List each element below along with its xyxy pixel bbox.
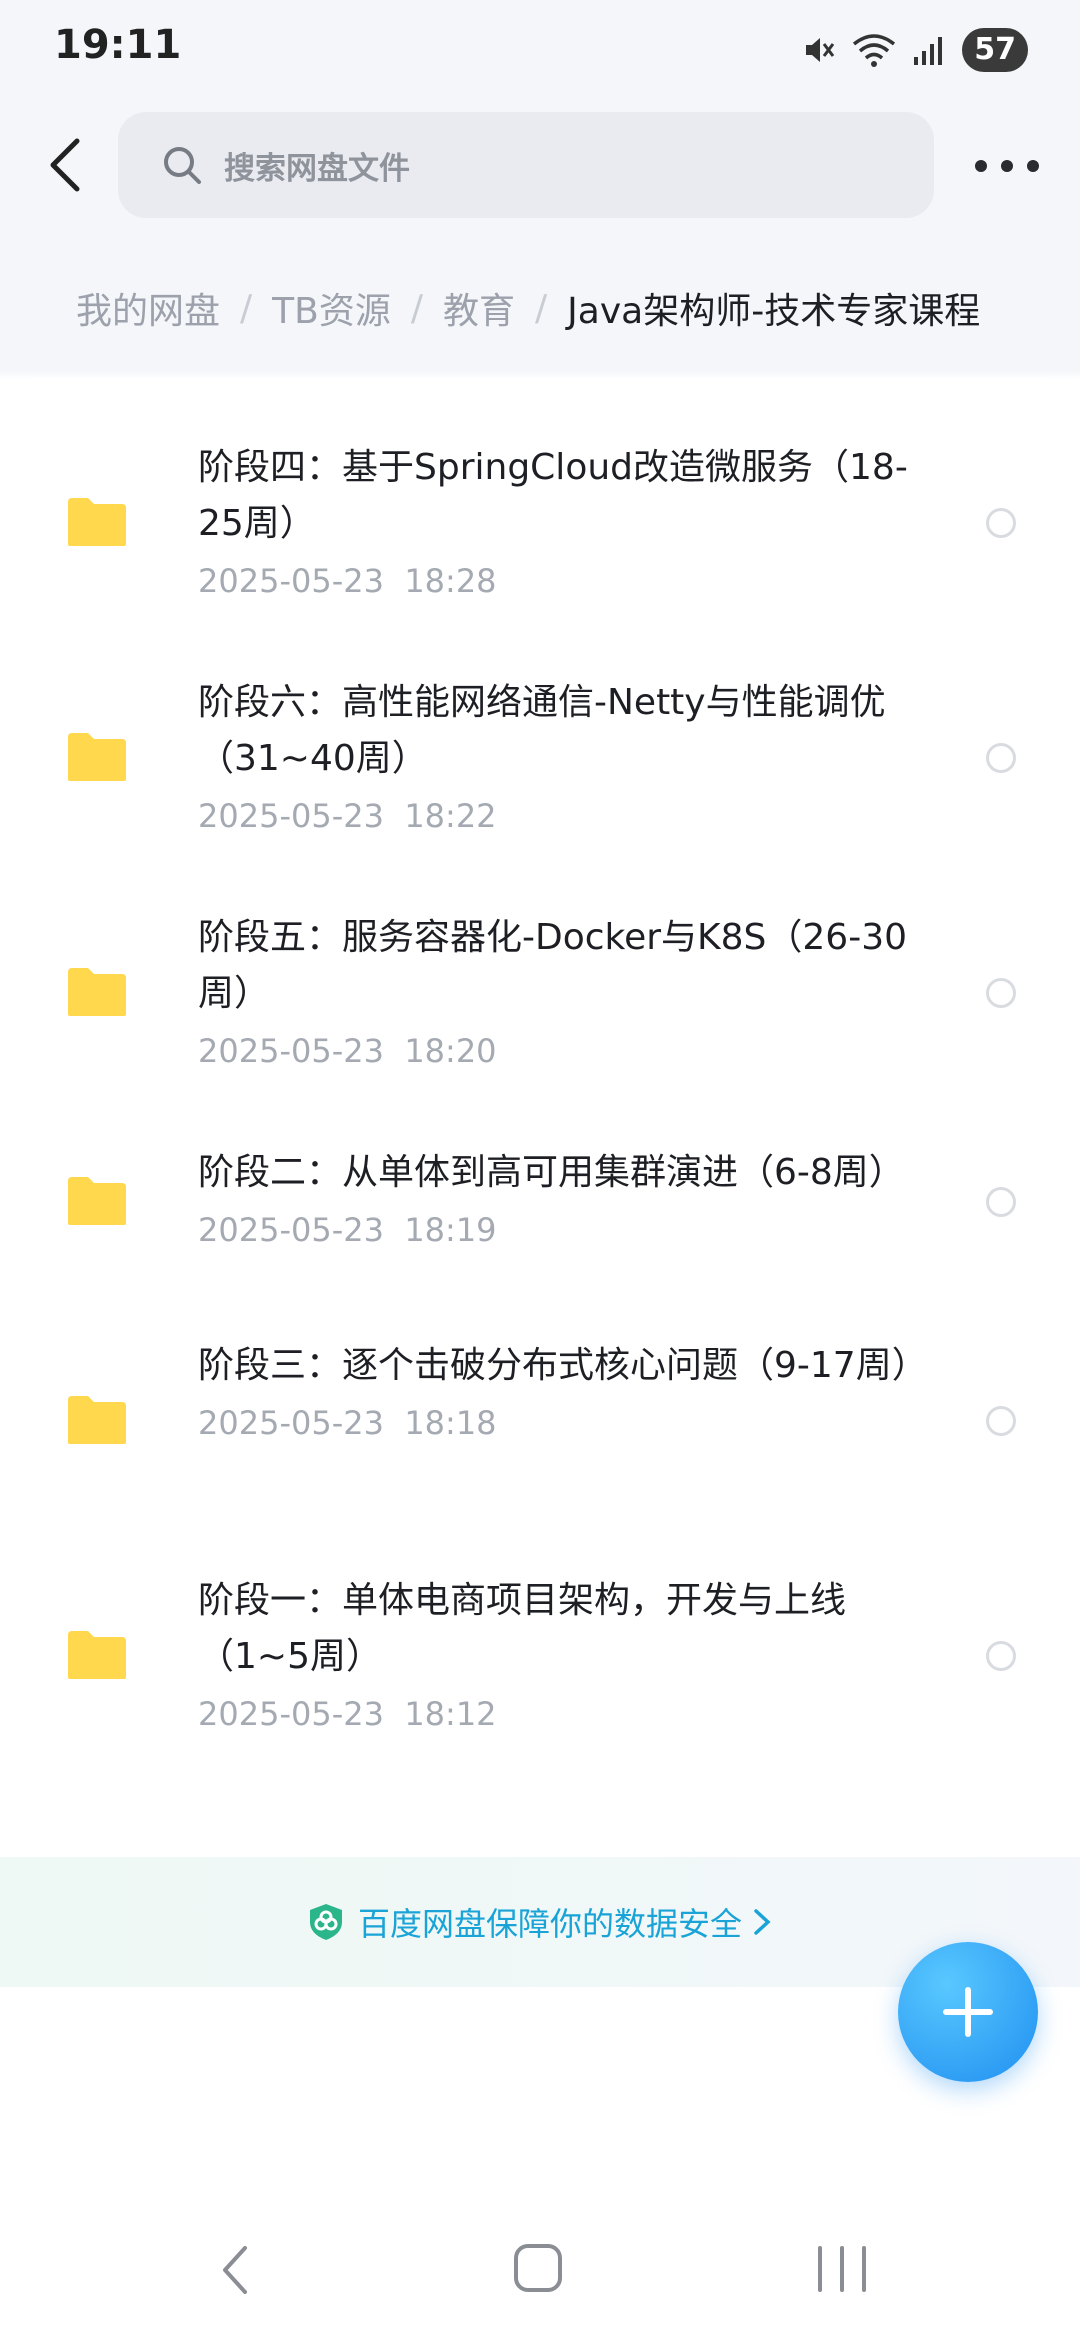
- file-name: 阶段四：基于SpringCloud改造微服务（18-25周）: [198, 447, 908, 544]
- folder-icon: [68, 968, 126, 1016]
- back-button[interactable]: [40, 135, 90, 195]
- folder-icon: [68, 733, 126, 781]
- file-name: 阶段二：从单体到高可用集群演进（6-8周）: [198, 1152, 905, 1193]
- add-button[interactable]: [898, 1942, 1038, 2082]
- folder-icon: [68, 1396, 126, 1444]
- select-checkbox[interactable]: [986, 743, 1016, 773]
- file-time: 2025-05-23 18:20: [198, 1032, 497, 1070]
- file-list: 阶段四：基于SpringCloud改造微服务（18-25周） 2025-05-2…: [0, 378, 1080, 1858]
- screen: 19:11 57 搜索网盘文件 我的网盘 / TB资源 / 教育 / Java架…: [0, 0, 1080, 2340]
- nav-back-icon[interactable]: [215, 2240, 255, 2300]
- search-input[interactable]: 搜索网盘文件: [118, 112, 934, 218]
- file-time: 2025-05-23 18:22: [198, 797, 497, 835]
- select-checkbox[interactable]: [986, 978, 1016, 1008]
- mute-icon: [806, 38, 835, 62]
- item-text: 阶段二：从单体到高可用集群演进（6-8周） 2025-05-23 18:19: [198, 1145, 918, 1253]
- folder-icon: [68, 1631, 126, 1679]
- select-checkbox[interactable]: [986, 1641, 1016, 1671]
- wifi-icon: [853, 34, 896, 67]
- status-icons: 57: [802, 28, 1028, 72]
- more-options-button[interactable]: [975, 148, 1039, 184]
- breadcrumb: 我的网盘 / TB资源 / 教育 / Java架构师-技术专家课程: [76, 282, 980, 334]
- item-text: 阶段五：服务容器化-Docker与K8S（26-30周） 2025-05-23 …: [198, 910, 918, 1074]
- folder-icon: [68, 498, 126, 546]
- file-name: 阶段六：高性能网络通信-Netty与性能调优（31~40周）: [198, 682, 886, 779]
- file-time: 2025-05-23 18:19: [198, 1211, 497, 1249]
- signal-icon: [914, 37, 943, 65]
- dot: [1001, 160, 1013, 172]
- file-time: 2025-05-23 18:12: [198, 1695, 497, 1733]
- shield-icon: [309, 1904, 342, 1940]
- system-nav-bar: [0, 2230, 1080, 2310]
- folder-icon: [68, 1177, 126, 1225]
- item-text: 阶段一：单体电商项目架构，开发与上线（1~5周） 2025-05-23 18:1…: [198, 1573, 918, 1737]
- back-arrow-icon: [50, 138, 80, 192]
- security-text: 百度网盘保障你的数据安全: [357, 1905, 742, 1943]
- breadcrumb-item-tb[interactable]: TB资源: [272, 282, 391, 334]
- file-name: 阶段五：服务容器化-Docker与K8S（26-30周）: [198, 917, 908, 1014]
- file-name: 阶段一：单体电商项目架构，开发与上线（1~5周）: [198, 1580, 847, 1677]
- chevron-right-icon: [754, 1909, 771, 1935]
- search-placeholder: 搜索网盘文件: [224, 150, 410, 187]
- bar: [840, 2246, 844, 2292]
- select-checkbox[interactable]: [986, 1406, 1016, 1436]
- battery-icon: 57: [962, 28, 1028, 72]
- breadcrumb-item-my-disk[interactable]: 我的网盘: [76, 282, 220, 334]
- nav-home-icon[interactable]: [514, 2244, 562, 2292]
- item-text: 阶段三：逐个击破分布式核心问题（9-17周） 2025-05-23 18:18: [198, 1338, 928, 1446]
- status-bar: 19:11 57: [0, 0, 1080, 100]
- item-text: 阶段四：基于SpringCloud改造微服务（18-25周） 2025-05-2…: [198, 440, 918, 604]
- dot: [1027, 160, 1039, 172]
- file-time: 2025-05-23 18:28: [198, 562, 497, 600]
- bar: [818, 2246, 822, 2292]
- bar: [862, 2246, 866, 2292]
- file-time: 2025-05-23 18:18: [198, 1404, 497, 1442]
- breadcrumb-separator: /: [410, 287, 423, 329]
- select-checkbox[interactable]: [986, 1187, 1016, 1217]
- item-text: 阶段六：高性能网络通信-Netty与性能调优（31~40周） 2025-05-2…: [198, 675, 918, 839]
- status-time: 19:11: [54, 22, 182, 68]
- dot: [975, 160, 987, 172]
- file-name: 阶段三：逐个击破分布式核心问题（9-17周）: [198, 1345, 928, 1386]
- plus-icon: [943, 1987, 993, 2037]
- breadcrumb-separator: /: [535, 287, 548, 329]
- nav-recents-icon[interactable]: [818, 2246, 866, 2294]
- search-icon: [162, 143, 206, 187]
- breadcrumb-separator: /: [240, 287, 253, 329]
- select-checkbox[interactable]: [986, 508, 1016, 538]
- breadcrumb-current: Java架构师-技术专家课程: [567, 291, 981, 332]
- breadcrumb-item-education[interactable]: 教育: [443, 282, 515, 334]
